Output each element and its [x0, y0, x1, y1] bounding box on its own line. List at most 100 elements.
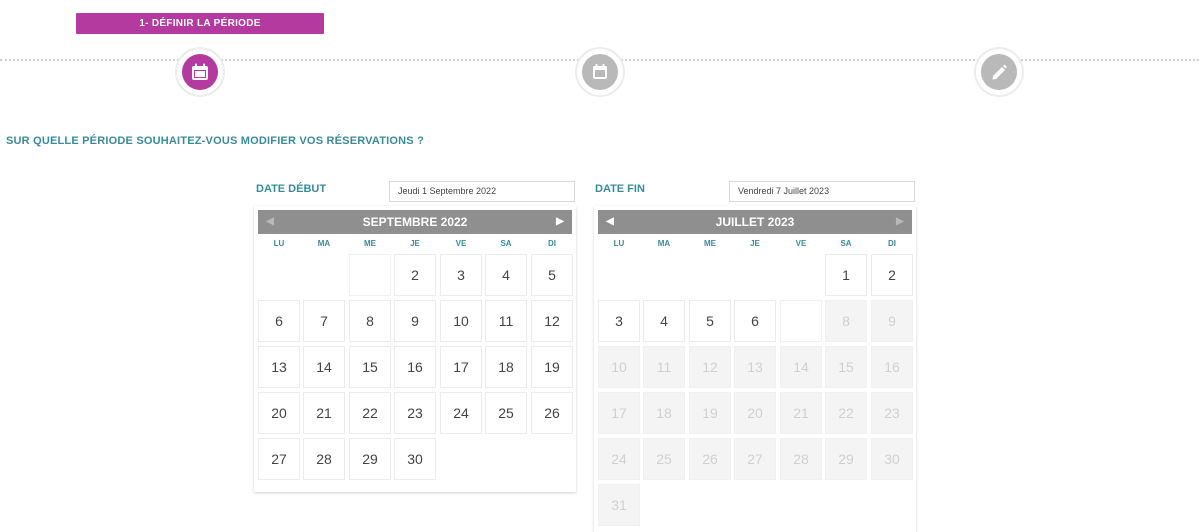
- calendar-day[interactable]: 24: [440, 392, 482, 434]
- weekday-header: JE: [750, 239, 760, 248]
- calendar-day: 15: [825, 346, 867, 388]
- prev-month-icon[interactable]: ◀: [260, 210, 280, 234]
- weekday-header: LU: [273, 239, 285, 248]
- calendar-day[interactable]: 5: [531, 254, 573, 296]
- calendar-day[interactable]: 8: [349, 300, 391, 342]
- calendar-day: 8: [825, 300, 867, 342]
- calendar-day[interactable]: 15: [349, 346, 391, 388]
- calendar-day: 28: [780, 438, 822, 480]
- calendar-day: 9: [871, 300, 913, 342]
- pencil-icon: [992, 64, 1007, 80]
- next-month-icon[interactable]: ▶: [890, 210, 910, 234]
- end-date-calendar: ◀ JUILLET 2023 ▶ LUMAMEJEVESADI123456789…: [594, 206, 916, 532]
- calendar-day[interactable]: 11: [485, 300, 527, 342]
- calendar-day[interactable]: 4: [643, 300, 685, 342]
- end-date-label: DATE FIN: [595, 183, 645, 195]
- calendar-day[interactable]: 6: [734, 300, 776, 342]
- start-date-calendar: ◀ SEPTEMBRE 2022 ▶ LU MA ME JE VE SA DI 2 3 4 5 6 7 8…: [254, 206, 576, 492]
- calendar-day: 30: [871, 438, 913, 480]
- step-edit[interactable]: [976, 49, 1022, 95]
- calendar-day: 21: [780, 392, 822, 434]
- calendar-day: 10: [598, 346, 640, 388]
- calendar-day[interactable]: 29: [349, 438, 391, 480]
- calendar-day[interactable]: 12: [531, 300, 573, 342]
- calendar-day[interactable]: [349, 254, 391, 296]
- calendar-day[interactable]: 23: [394, 392, 436, 434]
- step-period-disc: [182, 54, 218, 90]
- calendar-day[interactable]: 5: [689, 300, 731, 342]
- calendar-day: 12: [689, 346, 731, 388]
- calendar-day[interactable]: 30: [394, 438, 436, 480]
- calendar-day[interactable]: 10: [440, 300, 482, 342]
- weekday-header: ME: [704, 239, 716, 248]
- start-calendar-header: ◀ SEPTEMBRE 2022 ▶: [258, 210, 572, 234]
- calendar-day[interactable]: 7: [780, 300, 822, 342]
- calendar-day: 11: [643, 346, 685, 388]
- calendar-day: 20: [734, 392, 776, 434]
- end-calendar-month: JUILLET 2023: [715, 215, 795, 229]
- period-question: SUR QUELLE PÉRIODE SOUHAITEZ-VOUS MODIFI…: [6, 135, 425, 147]
- calendar-day[interactable]: 17: [440, 346, 482, 388]
- calendar-day: 23: [871, 392, 913, 434]
- weekday-header: DI: [888, 239, 896, 248]
- calendar-day[interactable]: 3: [440, 254, 482, 296]
- calendar-day: 17: [598, 392, 640, 434]
- calendar-outline-icon: [593, 64, 607, 79]
- calendar-day[interactable]: 2: [394, 254, 436, 296]
- next-month-icon[interactable]: ▶: [550, 210, 570, 234]
- calendar-day[interactable]: 14: [303, 346, 345, 388]
- calendar-day[interactable]: 3: [598, 300, 640, 342]
- start-date-label: DATE DÉBUT: [256, 183, 327, 195]
- calendar-day[interactable]: 9: [394, 300, 436, 342]
- calendar-day[interactable]: 22: [349, 392, 391, 434]
- weekday-header: MA: [317, 239, 331, 248]
- step-edit-disc: [981, 54, 1017, 90]
- calendar-day: 22: [825, 392, 867, 434]
- calendar-icon: [192, 63, 208, 80]
- step-reservations[interactable]: [577, 49, 623, 95]
- end-date-input[interactable]: Vendredi 7 Juillet 2023: [729, 181, 915, 202]
- weekday-header: JE: [410, 239, 420, 248]
- calendar-day[interactable]: 2: [871, 254, 913, 296]
- step-period[interactable]: [177, 49, 223, 95]
- weekday-header: MA: [657, 239, 671, 248]
- calendar-day[interactable]: 21: [303, 392, 345, 434]
- calendar-day[interactable]: 25: [485, 392, 527, 434]
- calendar-day: 31: [598, 484, 640, 526]
- calendar-day: 13: [734, 346, 776, 388]
- calendar-day: 16: [871, 346, 913, 388]
- calendar-day[interactable]: 18: [485, 346, 527, 388]
- calendar-day[interactable]: 19: [531, 346, 573, 388]
- calendar-day: 25: [643, 438, 685, 480]
- calendar-day[interactable]: 27: [258, 438, 300, 480]
- calendar-day[interactable]: 6: [258, 300, 300, 342]
- calendar-day[interactable]: 28: [303, 438, 345, 480]
- weekday-header: DI: [548, 239, 556, 248]
- weekday-header: SA: [840, 239, 852, 248]
- calendar-day[interactable]: 26: [531, 392, 573, 434]
- weekday-header: LU: [613, 239, 625, 248]
- start-date-input[interactable]: Jeudi 1 Septembre 2022: [389, 181, 575, 202]
- calendar-day[interactable]: 13: [258, 346, 300, 388]
- step-title-badge: 1- DÉFINIR LA PÉRIODE: [76, 13, 324, 34]
- calendar-day[interactable]: 1: [825, 254, 867, 296]
- calendar-day[interactable]: 20: [258, 392, 300, 434]
- calendar-day: 26: [689, 438, 731, 480]
- calendar-day: 29: [825, 438, 867, 480]
- end-calendar-header: ◀ JUILLET 2023 ▶: [598, 210, 912, 234]
- calendar-day: 27: [734, 438, 776, 480]
- page: 1- DÉFINIR LA PÉRIODE SUR QUELLE PÉRIODE…: [0, 0, 1199, 532]
- weekday-header: SA: [500, 239, 512, 248]
- calendar-day: 14: [780, 346, 822, 388]
- weekday-header: ME: [364, 239, 376, 248]
- calendar-day: 24: [598, 438, 640, 480]
- calendar-day[interactable]: 16: [394, 346, 436, 388]
- start-calendar-month: SEPTEMBRE 2022: [362, 215, 468, 229]
- weekday-header: VE: [795, 239, 807, 248]
- calendar-day[interactable]: 7: [303, 300, 345, 342]
- prev-month-icon[interactable]: ◀: [600, 210, 620, 234]
- step-reservations-disc: [582, 54, 618, 90]
- calendar-day: 19: [689, 392, 731, 434]
- calendar-day[interactable]: 4: [485, 254, 527, 296]
- weekday-header: VE: [455, 239, 467, 248]
